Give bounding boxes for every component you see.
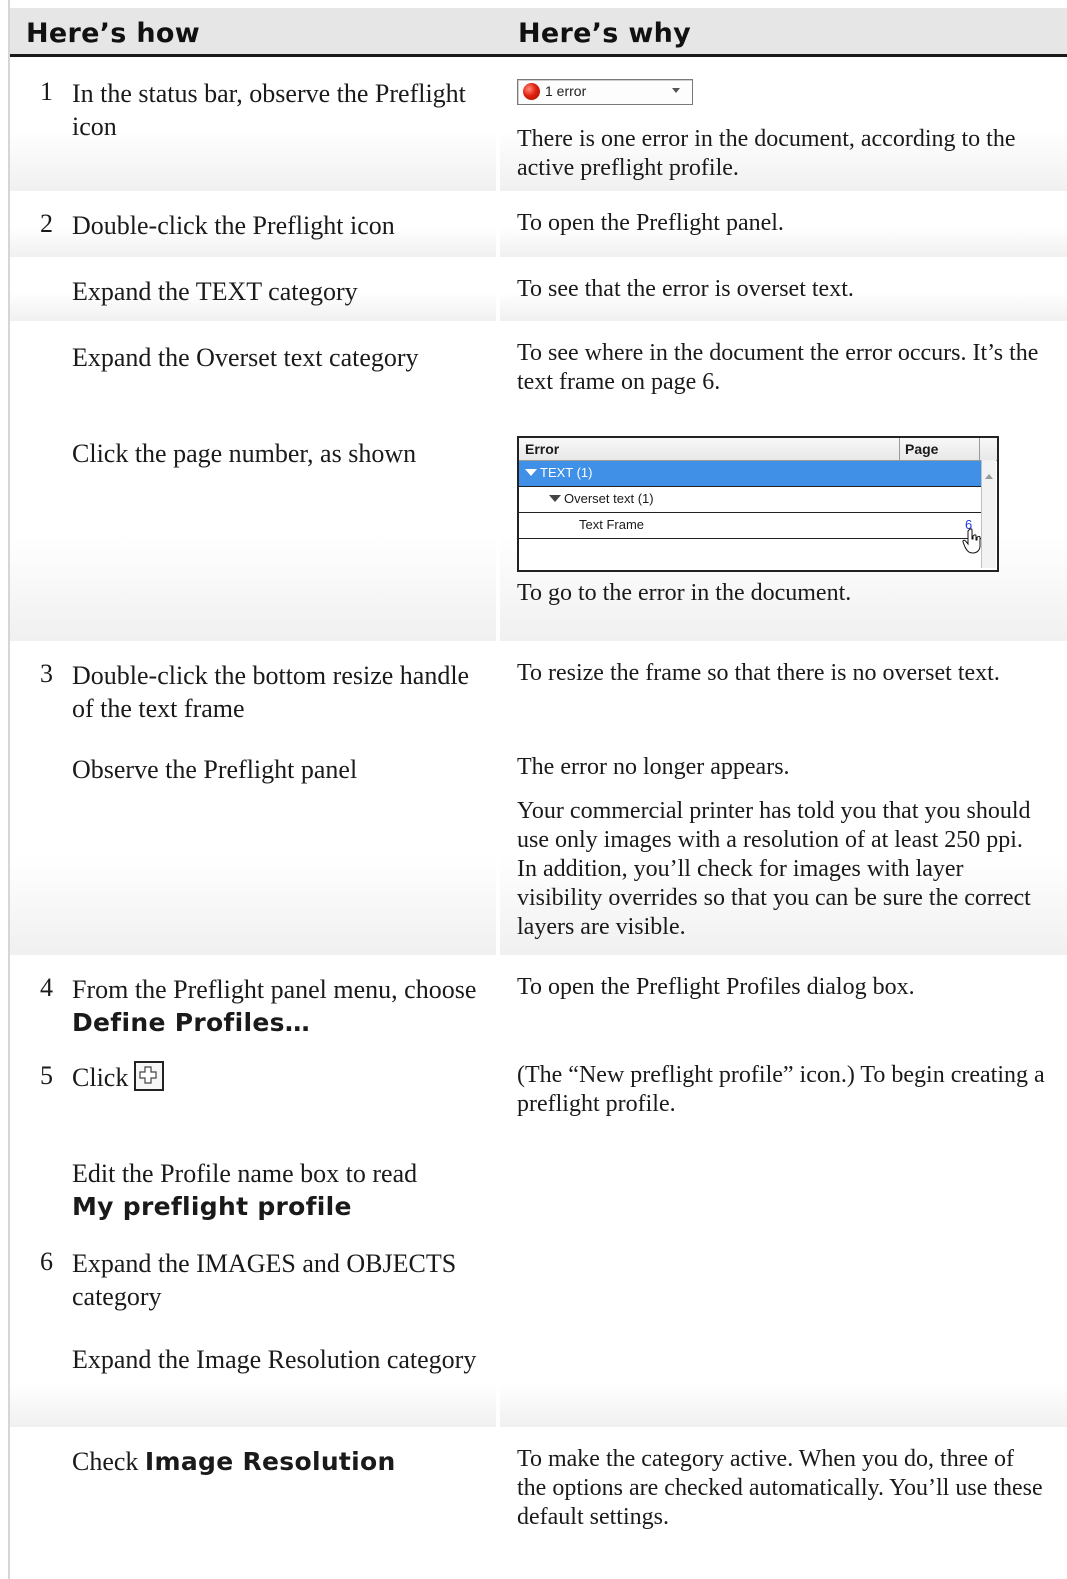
why-text: To open the Preflight Profiles dialog bo… — [517, 974, 915, 1000]
why-text: To open the Preflight panel. — [517, 210, 784, 236]
dropdown-arrow-icon — [672, 88, 680, 93]
table-row: 4 From the Preflight panel menu, choose … — [10, 955, 1067, 1045]
why-text: There is one error in the document, acco… — [517, 126, 1016, 181]
table-row: Check Image Resolution To make the categ… — [10, 1427, 1067, 1549]
why-text: To see that the error is overset text. — [517, 276, 854, 302]
table-row: Expand the Overset text category To see … — [10, 321, 1067, 409]
row-label: Overset text (1) — [564, 491, 654, 506]
why-text: Your commercial printer has told you tha… — [517, 798, 1031, 940]
column-error: Error — [525, 441, 560, 457]
table-row: Expand the Image Resolution category — [10, 1329, 1067, 1427]
step-text: Check — [72, 1447, 139, 1476]
menu-command: Define Profiles… — [72, 1008, 311, 1037]
step-text: Expand the Overset text category — [72, 343, 419, 372]
row-label: Text Frame — [579, 517, 645, 532]
why-text: To resize the frame so that there is no … — [517, 660, 1000, 686]
column-page: Page — [905, 441, 939, 457]
panel-row-text-category[interactable]: TEXT (1) — [519, 461, 981, 487]
why-text: (The “New preflight profile” icon.) To b… — [517, 1062, 1045, 1117]
step-text: Expand the IMAGES and OBJECTS category — [72, 1249, 457, 1311]
steps-table: 1 In the status bar, observe the Preflig… — [10, 57, 1067, 1549]
table-row: Click the page number, as shown Error Pa… — [10, 409, 1067, 641]
step-text: Expand the Image Resolution category — [72, 1345, 477, 1374]
table-row: Edit the Profile name box to read My pre… — [10, 1139, 1067, 1231]
panel-column-header: Error Page — [519, 438, 997, 461]
row-label: TEXT (1) — [540, 465, 593, 480]
scroll-up-arrow-icon — [985, 474, 993, 479]
step-text: Observe the Preflight panel — [72, 755, 358, 784]
panel-row-text-frame[interactable]: Text Frame 6 — [519, 513, 981, 554]
expand-triangle-icon — [525, 469, 537, 476]
step-text: From the Preflight panel menu, choose — [72, 975, 477, 1004]
step-text: Expand the TEXT category — [72, 277, 358, 306]
step-number: 2 — [40, 209, 53, 238]
header-why: Here’s why — [518, 18, 692, 49]
why-text: To go to the error in the document. — [517, 580, 852, 606]
why-text: To make the category active. When you do… — [517, 1446, 1043, 1530]
preflight-status-widget: 1 error — [517, 79, 693, 105]
error-status-icon — [523, 83, 540, 100]
header-how: Here’s how — [26, 18, 200, 49]
step-number: 6 — [40, 1247, 53, 1276]
expand-triangle-icon — [549, 495, 561, 502]
why-text: The error no longer appears. — [517, 754, 790, 780]
table-row: 5 Click (The “New preflight profile” ico… — [10, 1045, 1067, 1139]
why-text: To see where in the document the error o… — [517, 340, 1039, 395]
table-row: 1 In the status bar, observe the Preflig… — [10, 57, 1067, 191]
preflight-panel-screenshot: Error Page TEXT (1) Overset text (1) Tex… — [517, 436, 999, 572]
step-number: 3 — [40, 659, 53, 688]
profile-name-value: My preflight profile — [72, 1192, 352, 1221]
table-header: Here’s how Here’s why — [10, 8, 1067, 57]
status-text: 1 error — [545, 83, 587, 99]
panel-scrollbar[interactable] — [981, 460, 996, 568]
table-row: 6 Expand the IMAGES and OBJECTS category — [10, 1231, 1067, 1329]
step-number: 4 — [40, 973, 53, 1002]
step-number: 1 — [40, 77, 53, 106]
table-row: 3 Double-click the bottom resize handle … — [10, 641, 1067, 733]
step-text: Double-click the Preflight icon — [72, 211, 395, 240]
step-text: Click — [72, 1063, 129, 1092]
step-text: Double-click the bottom resize handle of… — [72, 661, 470, 723]
step-text: In the status bar, observe the Preflight… — [72, 79, 466, 141]
step-number: 5 — [40, 1061, 53, 1090]
step-text: Edit the Profile name box to read — [72, 1159, 418, 1188]
new-preflight-profile-icon — [134, 1061, 165, 1091]
table-row: Observe the Preflight panel The error no… — [10, 733, 1067, 955]
table-row: Expand the TEXT category To see that the… — [10, 257, 1067, 321]
table-row: 2 Double-click the Preflight icon To ope… — [10, 191, 1067, 257]
step-text: Click the page number, as shown — [72, 439, 417, 468]
panel-row-overset-text[interactable]: Overset text (1) — [519, 487, 981, 513]
checkbox-label: Image Resolution — [144, 1447, 396, 1476]
